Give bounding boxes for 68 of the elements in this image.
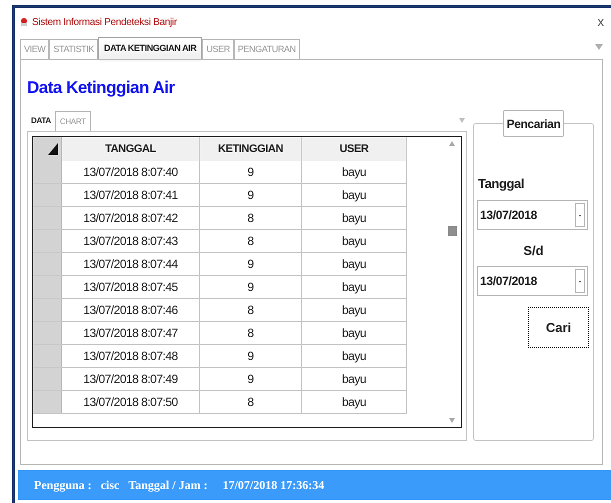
status-label: Tanggal / Jam :: [128, 477, 208, 494]
table-cell: bayu: [302, 161, 407, 183]
table-cell: 13/07/2018 8:07:49: [62, 368, 200, 390]
table-cell: bayu: [302, 184, 407, 206]
tab[interactable]: DATA KETINGGIAN AIR: [98, 37, 202, 59]
table-cell: bayu: [302, 322, 407, 344]
row-header[interactable]: [33, 276, 62, 298]
table-cell: bayu: [302, 253, 407, 275]
row-header[interactable]: [33, 391, 62, 413]
table-cell: 8: [200, 230, 302, 252]
table-cell: 13/07/2018 8:07:44: [62, 253, 200, 275]
table-cell: bayu: [302, 368, 407, 390]
status-value: cisc: [100, 477, 120, 494]
window-title: Sistem Informasi Pendeteksi Banjir: [32, 16, 177, 30]
table-cell: 13/07/2018 8:07:48: [62, 345, 200, 367]
column-header[interactable]: KETINGGIAN: [200, 137, 302, 161]
dropdown-arrow-icon[interactable]: [595, 44, 603, 50]
table-cell: 9: [200, 161, 302, 183]
group-title: Pencarian: [502, 110, 564, 137]
table-cell: 13/07/2018 8:07:41: [62, 184, 200, 206]
field-label: S/d: [523, 242, 544, 260]
table-cell: 9: [200, 184, 302, 206]
table-cell: 13/07/2018 8:07:45: [62, 276, 200, 298]
row-header[interactable]: [33, 184, 62, 206]
table-cell: bayu: [302, 207, 407, 229]
table-cell: bayu: [302, 230, 407, 252]
row-header[interactable]: [33, 207, 62, 229]
status-value: 17/07/2018 17:36:34: [222, 477, 324, 494]
row-header[interactable]: [33, 368, 62, 390]
table-cell: bayu: [302, 391, 407, 413]
table-cell: 13/07/2018 8:07:50: [62, 391, 200, 413]
scroll-thumb[interactable]: [448, 226, 456, 236]
app-icon: [20, 18, 28, 26]
table-cell: 13/07/2018 8:07:42: [62, 207, 200, 229]
table-cell: 9: [200, 345, 302, 367]
table-cell: bayu: [302, 345, 407, 367]
row-header[interactable]: [33, 230, 62, 252]
table-cell: 13/07/2018 8:07:47: [62, 322, 200, 344]
table-cell: 8: [200, 207, 302, 229]
table-cell: 9: [200, 276, 302, 298]
table-cell: 8: [200, 391, 302, 413]
table-cell: 13/07/2018 8:07:43: [62, 230, 200, 252]
row-header[interactable]: [33, 161, 62, 183]
table-cell: 9: [200, 253, 302, 275]
row-header[interactable]: [33, 253, 62, 275]
column-header[interactable]: TANGGAL: [62, 137, 200, 161]
column-header[interactable]: USER: [302, 137, 407, 161]
scroll-up-icon[interactable]: [449, 141, 455, 146]
table-cell: 8: [200, 322, 302, 344]
table-cell: 8: [200, 299, 302, 321]
row-header[interactable]: [33, 322, 62, 344]
row-header[interactable]: [33, 345, 62, 367]
status-label: Pengguna :: [34, 477, 92, 494]
date-picker[interactable]: 13/07/2018: [477, 200, 588, 230]
date-picker[interactable]: 13/07/2018: [477, 266, 588, 296]
table-cell: bayu: [302, 276, 407, 298]
table-cell: 9: [200, 368, 302, 390]
table-cell: 13/07/2018 8:07:46: [62, 299, 200, 321]
scroll-down-icon[interactable]: [449, 418, 455, 423]
dropdown-arrow-icon[interactable]: [459, 118, 465, 123]
select-all-icon[interactable]: [48, 143, 58, 155]
page-heading: Data Ketinggian Air: [27, 77, 176, 99]
table-cell: bayu: [302, 299, 407, 321]
search-button[interactable]: Cari: [528, 307, 589, 348]
close-button[interactable]: x: [598, 12, 604, 32]
table-cell: 13/07/2018 8:07:40: [62, 161, 200, 183]
row-header[interactable]: [33, 299, 62, 321]
field-label: Tanggal: [478, 175, 524, 193]
